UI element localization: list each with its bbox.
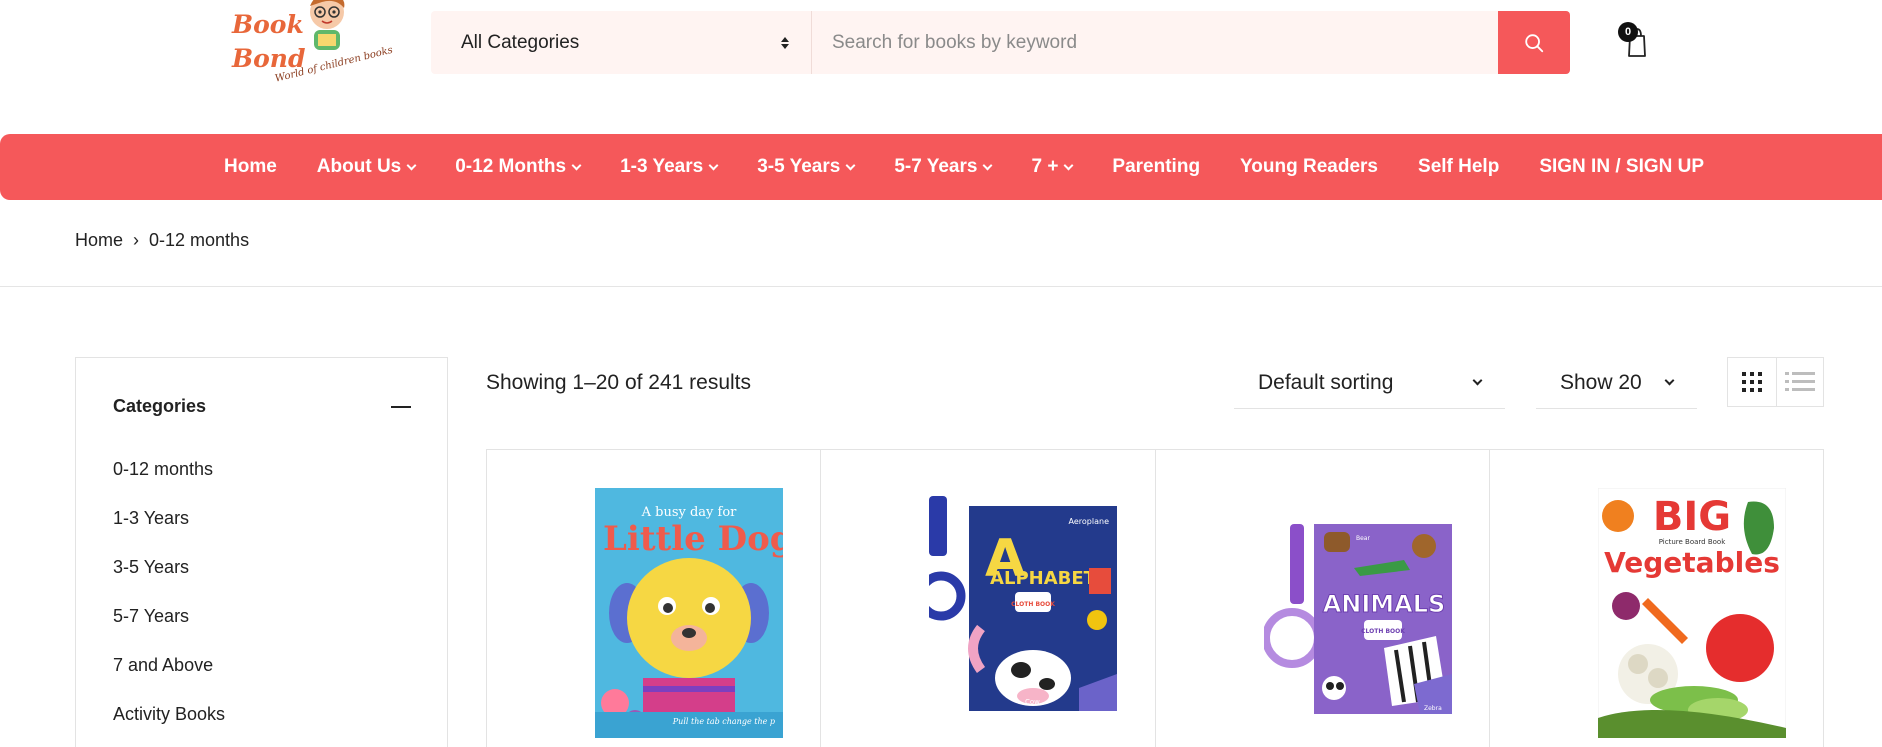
product-image-alphabet-cloth-book[interactable]: Aeroplane A ALPHABET CLOTH BOOK Cow bbox=[929, 488, 1118, 738]
category-sidebar: Categories 0-12 months 1-3 Years 3-5 Yea… bbox=[75, 357, 448, 747]
cart-button[interactable]: 0 bbox=[1618, 22, 1654, 58]
sort-dropdown-value: Default sorting bbox=[1258, 370, 1394, 394]
chevron-down-icon bbox=[1472, 375, 1483, 386]
cover-note: Pull the tab change the p bbox=[672, 717, 775, 726]
chevron-down-icon bbox=[571, 160, 582, 170]
nav-7-plus[interactable]: 7 + bbox=[1031, 156, 1074, 178]
main-nav: Home About Us 0-12 Months 1-3 Years 3-5 … bbox=[0, 134, 1882, 200]
search-bar: All Categories bbox=[431, 11, 1570, 74]
chevron-down-icon bbox=[845, 160, 856, 170]
chevron-down-icon bbox=[983, 160, 993, 170]
breadcrumb-separator-icon: › bbox=[133, 230, 140, 250]
view-toggle bbox=[1727, 357, 1824, 407]
nav-sign-in[interactable]: SIGN IN / SIGN UP bbox=[1539, 156, 1704, 178]
logo-line-2: Bond bbox=[232, 44, 306, 73]
nav-home[interactable]: Home bbox=[224, 156, 277, 178]
cover-text: Bear bbox=[1356, 535, 1370, 542]
product-card[interactable]: Aeroplane A ALPHABET CLOTH BOOK Cow bbox=[821, 450, 1156, 747]
nav-1-3-years[interactable]: 1-3 Years bbox=[620, 156, 719, 178]
nav-label: Young Readers bbox=[1240, 156, 1379, 177]
nav-parenting[interactable]: Parenting bbox=[1112, 156, 1200, 178]
grid-icon bbox=[1741, 372, 1762, 392]
nav-label: 0-12 Months bbox=[455, 156, 567, 177]
nav-label: 5-7 Years bbox=[894, 156, 978, 177]
select-arrows-icon bbox=[781, 36, 789, 49]
product-grid: A busy day for Little Dog Pull the tab c… bbox=[486, 449, 1824, 747]
nav-about-us[interactable]: About Us bbox=[316, 156, 417, 178]
product-card[interactable]: Bear ANIMALS CLOTH BOOK Zebra bbox=[1156, 450, 1490, 747]
result-count: Showing 1–20 of 241 results bbox=[486, 371, 752, 394]
sort-dropdown[interactable]: Default sorting bbox=[1234, 357, 1505, 409]
chevron-down-icon bbox=[1664, 375, 1675, 386]
nav-0-12-months[interactable]: 0-12 Months bbox=[455, 156, 582, 178]
logo-line-1: Book bbox=[232, 10, 304, 39]
nav-label: About Us bbox=[316, 156, 402, 177]
nav-5-7-years[interactable]: 5-7 Years bbox=[894, 156, 993, 178]
list-view-button[interactable] bbox=[1775, 358, 1824, 406]
sidebar-title: Categories bbox=[113, 396, 207, 416]
svg-text:Cow: Cow bbox=[1025, 698, 1040, 706]
cover-title: Vegetables bbox=[1604, 546, 1780, 579]
cart-count-badge: 0 bbox=[1618, 22, 1638, 42]
nav-label: 7 + bbox=[1031, 156, 1059, 177]
category-item[interactable]: Activity Books bbox=[113, 703, 225, 747]
cover-title: ALPHABET bbox=[990, 568, 1097, 589]
chevron-down-icon bbox=[406, 160, 417, 170]
product-image-little-dog[interactable]: A busy day for Little Dog Pull the tab c… bbox=[595, 488, 783, 738]
svg-text:Zebra: Zebra bbox=[1424, 705, 1442, 712]
search-input[interactable] bbox=[812, 11, 1498, 74]
category-list: 0-12 months 1-3 Years 3-5 Years 5-7 Year… bbox=[113, 458, 225, 747]
cover-text: Aeroplane bbox=[1069, 517, 1110, 526]
category-select-value: All Categories bbox=[461, 31, 580, 53]
list-icon bbox=[1784, 372, 1815, 391]
category-item[interactable]: 7 and Above bbox=[113, 654, 225, 703]
breadcrumb: Home › 0-12 months bbox=[75, 230, 249, 251]
cover-text: A busy day for bbox=[641, 505, 738, 520]
breadcrumb-current: 0-12 months bbox=[149, 230, 250, 250]
nav-label: Parenting bbox=[1112, 156, 1201, 177]
chevron-down-icon bbox=[708, 160, 719, 170]
nav-label: SIGN IN / SIGN UP bbox=[1539, 156, 1705, 177]
cover-badge: CLOTH BOOK bbox=[1011, 601, 1055, 608]
product-image-animals-cloth-book[interactable]: Bear ANIMALS CLOTH BOOK Zebra bbox=[1263, 488, 1452, 738]
per-page-value: Show 20 bbox=[1560, 370, 1642, 394]
nav-label: Home bbox=[224, 156, 277, 177]
logo-baby-mascot bbox=[310, 0, 345, 50]
category-select[interactable]: All Categories bbox=[431, 11, 812, 74]
category-item[interactable]: 3-5 Years bbox=[113, 556, 225, 605]
search-icon bbox=[1525, 33, 1544, 52]
product-card[interactable]: A busy day for Little Dog Pull the tab c… bbox=[487, 450, 822, 747]
cover-sub: Picture Board Book bbox=[1658, 538, 1725, 546]
cover-text: BIG bbox=[1653, 494, 1731, 540]
category-item[interactable]: 1-3 Years bbox=[113, 507, 225, 556]
nav-label: 3-5 Years bbox=[757, 156, 841, 177]
nav-self-help[interactable]: Self Help bbox=[1418, 156, 1499, 178]
cover-title: ANIMALS bbox=[1322, 590, 1445, 618]
search-button[interactable] bbox=[1498, 11, 1570, 74]
nav-3-5-years[interactable]: 3-5 Years bbox=[757, 156, 856, 178]
cover-badge: CLOTH BOOK bbox=[1361, 628, 1405, 635]
per-page-dropdown[interactable]: Show 20 bbox=[1536, 357, 1697, 409]
nav-label: 1-3 Years bbox=[620, 156, 704, 177]
collapse-minus-icon[interactable] bbox=[391, 406, 411, 408]
nav-young-readers[interactable]: Young Readers bbox=[1240, 156, 1378, 178]
category-item[interactable]: 5-7 Years bbox=[113, 605, 225, 654]
category-item[interactable]: 0-12 months bbox=[113, 458, 225, 507]
breadcrumb-home-link[interactable]: Home bbox=[75, 230, 123, 251]
logo[interactable]: Book Bond World of children books bbox=[228, 0, 394, 95]
chevron-down-icon bbox=[1063, 160, 1074, 170]
product-card[interactable]: BIG Picture Board Book Vegetables bbox=[1490, 450, 1824, 747]
grid-view-button[interactable] bbox=[1728, 358, 1776, 406]
nav-label: Self Help bbox=[1418, 156, 1500, 177]
header-divider bbox=[0, 286, 1882, 287]
product-image-big-vegetables[interactable]: BIG Picture Board Book Vegetables bbox=[1597, 488, 1786, 738]
cover-title: Little Dog bbox=[603, 519, 783, 559]
